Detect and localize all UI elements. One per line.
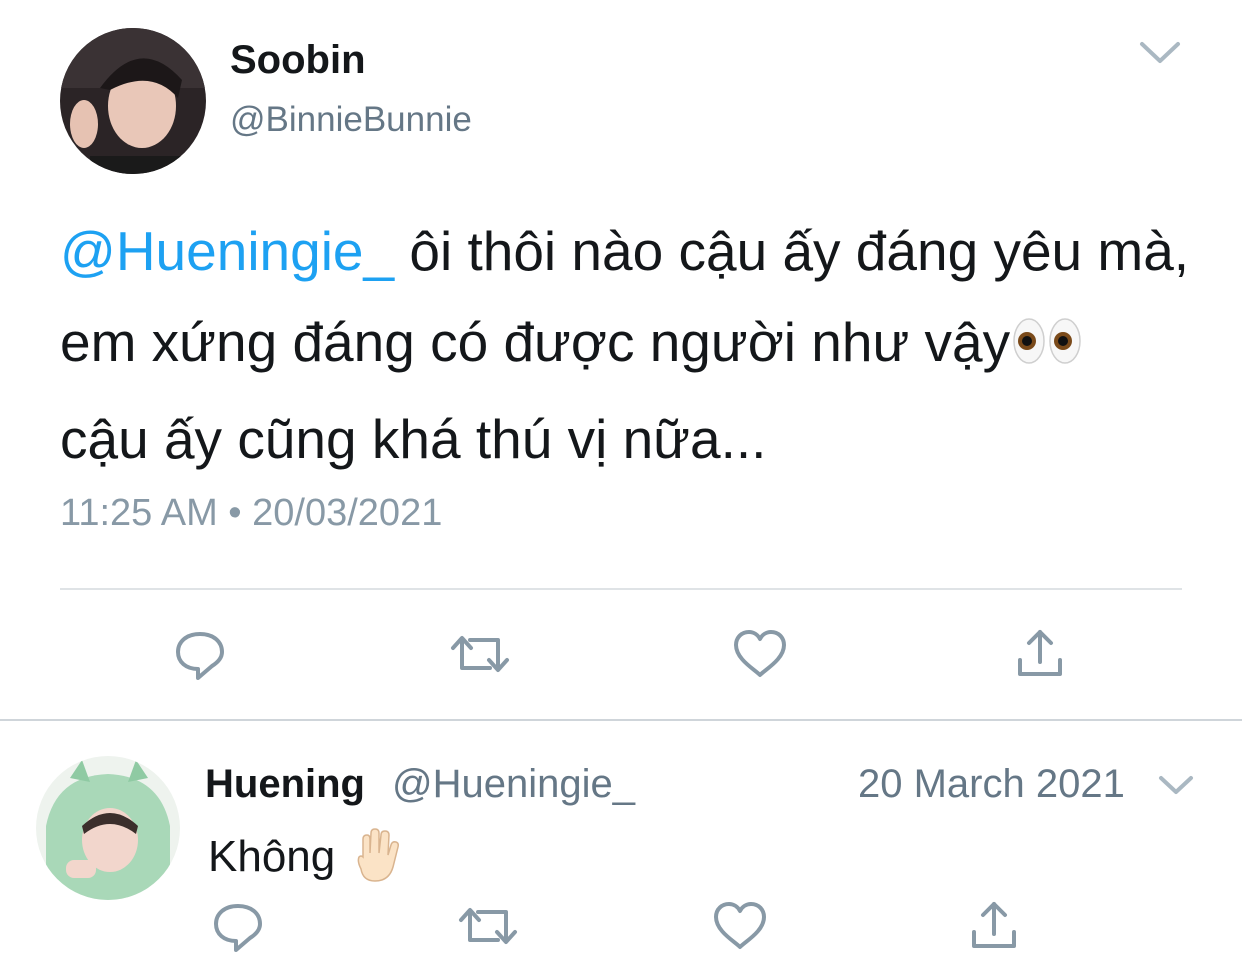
reply-author-name[interactable]: Huening [205,762,365,807]
mention-link[interactable]: @Hueningie_ [60,220,394,282]
tweet-text: @Hueningie_ ôi thôi nào cậu ấy đáng yêu … [60,206,1190,485]
tweet-timestamp: 11:25 AM • 20/03/2021 [60,492,443,534]
divider [60,588,1182,590]
retweet-icon[interactable] [450,624,510,684]
share-icon[interactable] [1010,624,1070,684]
reply-date: 20 March 2021 [858,762,1125,806]
eyes-emoji [1012,303,1082,394]
like-icon[interactable] [710,896,770,956]
chevron-down-icon[interactable] [1156,770,1196,800]
author-handle[interactable]: @BinnieBunnie [230,100,472,140]
tweet-text-part2: cậu ấy cũng khá thú vị nữa... [60,408,767,470]
divider [0,719,1242,721]
chevron-down-icon[interactable] [1136,34,1184,70]
reply-avatar[interactable] [36,756,180,900]
like-icon[interactable] [730,624,790,684]
reply-text: Không [208,827,407,894]
reply-icon[interactable] [208,896,268,956]
reply-icon[interactable] [170,624,230,684]
retweet-icon[interactable] [458,896,518,956]
reply-author-handle[interactable]: @Hueningie_ [392,762,635,807]
reply-text-content: Không [208,832,336,881]
raised-hand-emoji [351,827,403,894]
author-name[interactable]: Soobin [230,38,366,83]
share-icon[interactable] [964,896,1024,956]
avatar[interactable] [60,28,206,174]
